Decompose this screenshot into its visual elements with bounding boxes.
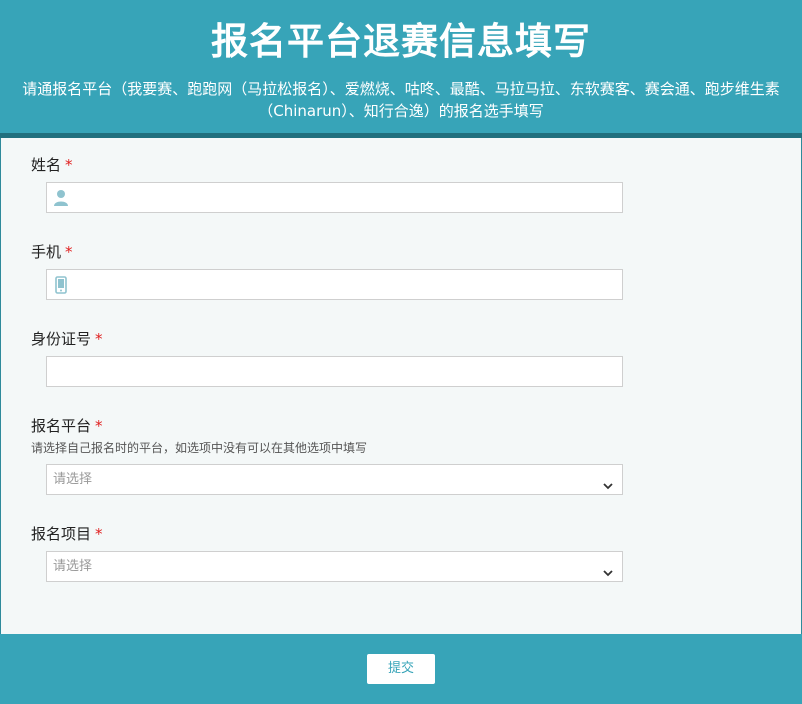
phone-icon (53, 276, 69, 294)
phone-field[interactable] (46, 269, 623, 300)
submit-button[interactable]: 提交 (367, 654, 435, 684)
event-label-text: 报名项目 (31, 525, 92, 543)
chevron-down-icon (602, 474, 614, 490)
id-number-field[interactable] (46, 356, 623, 387)
platform-hint: 请选择自己报名时的平台，如选项中没有可以在其他选项中填写 (31, 441, 368, 455)
platform-select[interactable]: 请选择 (46, 464, 623, 495)
form-header: 报名平台退赛信息填写 请通报名平台（我要赛、跑跑网（马拉松报名）、爱燃烧、咕咚、… (0, 0, 802, 138)
required-mark: * (65, 156, 73, 174)
event-label: 报名项目 * (31, 524, 103, 544)
page-title: 报名平台退赛信息填写 (211, 20, 591, 63)
event-select-placeholder: 请选择 (53, 559, 93, 574)
required-mark: * (95, 330, 103, 348)
form-border-left (0, 138, 1, 634)
phone-label-text: 手机 (31, 243, 62, 261)
required-mark: * (65, 243, 73, 261)
required-mark: * (95, 525, 103, 543)
chevron-down-icon (602, 561, 614, 577)
name-label-text: 姓名 (31, 156, 62, 174)
platform-select-placeholder: 请选择 (53, 472, 93, 487)
platform-label-text: 报名平台 (31, 417, 92, 435)
form-footer: 提交 (0, 634, 802, 704)
name-label: 姓名 * (31, 155, 73, 175)
event-select[interactable]: 请选择 (46, 551, 623, 582)
phone-label: 手机 * (31, 242, 73, 262)
id-number-label-text: 身份证号 (31, 330, 92, 348)
platform-label: 报名平台 * (31, 416, 103, 436)
id-number-label: 身份证号 * (31, 329, 103, 349)
required-mark: * (95, 417, 103, 435)
name-field[interactable] (46, 182, 623, 213)
user-icon (53, 189, 69, 207)
page-subtitle: 请通报名平台（我要赛、跑跑网（马拉松报名）、爱燃烧、咕咚、最酷、马拉马拉、东软赛… (22, 80, 780, 120)
